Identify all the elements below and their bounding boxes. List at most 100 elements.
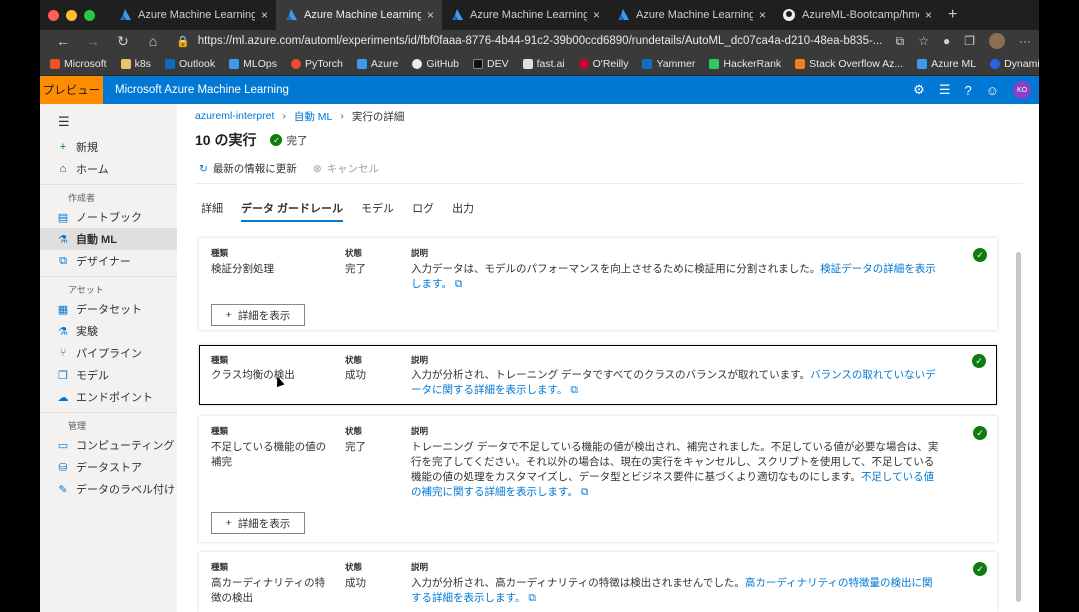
maximize-window-button[interactable] (84, 9, 95, 21)
sidebar-item-pipelines[interactable]: ⑂ パイプライン (40, 342, 177, 364)
card-type: 高カーディナリティの特徴の検出 (211, 577, 326, 604)
card-description: 入力が分析され、トレーニング データですべてのクラスのバランスが取れています。バ… (411, 369, 936, 396)
tab-data-guardrails[interactable]: データ ガードレール (241, 196, 344, 222)
designer-icon: ⧉ (59, 254, 67, 267)
close-icon[interactable]: × (925, 8, 932, 22)
close-icon[interactable]: × (427, 8, 434, 22)
bookmark-stackoverflow[interactable]: Stack Overflow Az... (795, 58, 903, 70)
header-desc: 説明 (411, 248, 429, 258)
card-state: 完了 (345, 441, 366, 453)
vertical-scrollbar[interactable] (1016, 252, 1021, 602)
guardrail-card-class-balance[interactable]: 種類 状態 説明 クラス均衡の検出 成功 入力が分析され、トレーニング データで… (199, 345, 997, 405)
bookmark-github[interactable]: GitHub (412, 58, 459, 70)
bookmark-fastai[interactable]: fast.ai (522, 58, 565, 70)
profile-avatar[interactable] (989, 33, 1005, 49)
home-icon[interactable]: ⌂ (138, 33, 168, 49)
help-icon[interactable]: ? (964, 83, 971, 98)
sidebar-item-home[interactable]: ⌂ ホーム (40, 158, 177, 180)
browser-tab-3[interactable]: Azure Machine Learning studio × (442, 0, 608, 30)
new-tab-icon[interactable]: + (940, 6, 965, 24)
plus-icon: + (59, 141, 67, 153)
smiley-icon[interactable]: ☺ (986, 83, 999, 98)
sidebar-item-automl[interactable]: ⚗ 自動 ML (40, 228, 177, 250)
external-link-icon[interactable]: ⧉ (570, 384, 578, 396)
browser-window: Azure Machine Learning studio × Azure Ma… (40, 0, 1039, 612)
minimize-window-button[interactable] (66, 9, 77, 21)
guardrail-card-validation-split: 種類 状態 説明 検証分割処理 完了 入力データは、モデルのパフォーマンスを向上… (199, 238, 997, 330)
sidebar-item-datastores[interactable]: ⛁ データストア (40, 456, 177, 478)
show-details-button[interactable]: + 詳細を表示 (211, 304, 305, 326)
user-avatar[interactable]: KO (1013, 81, 1031, 99)
breadcrumb-workspace[interactable]: azureml-interpret (195, 110, 274, 122)
back-arrow-icon[interactable]: ← (48, 33, 78, 49)
tab-models[interactable]: モデル (361, 196, 394, 222)
external-link-icon[interactable]: ⧉ (581, 486, 589, 498)
refresh-button[interactable]: ↻ 最新の情報に更新 (199, 161, 297, 176)
close-window-button[interactable] (48, 9, 59, 21)
address-bar: ← → ↻ ⌂ 🔒 https://ml.azure.com/automl/ex… (40, 30, 1039, 52)
sidebar-item-new[interactable]: + 新規 (40, 136, 177, 158)
preview-badge[interactable]: プレビュー (40, 76, 103, 104)
card-state: 成功 (345, 369, 366, 381)
sidebar-item-experiments[interactable]: ⚗ 実験 (40, 320, 177, 342)
close-icon[interactable]: × (261, 8, 268, 22)
external-link-icon[interactable]: ⧉ (455, 278, 463, 290)
dynamics-icon (990, 58, 1001, 69)
close-icon[interactable]: × (759, 8, 766, 22)
sidebar-item-labeling[interactable]: ✎ データのラベル付け (40, 478, 177, 500)
left-nav: ☰ + 新規 ⌂ ホーム 作成者 ▤ ノートブック ⚗ 自動 ML ⧉ デザイナ… (40, 104, 177, 612)
browser-tab-1[interactable]: Azure Machine Learning studio × (110, 0, 276, 30)
bookmark-azure[interactable]: Azure (356, 58, 398, 70)
sidebar-item-models[interactable]: ❐ モデル (40, 364, 177, 386)
close-icon[interactable]: × (593, 8, 600, 22)
github-extension-icon[interactable]: ● (943, 34, 950, 48)
browser-tab-2[interactable]: Azure Machine Learning studio × (276, 0, 442, 30)
url-field[interactable]: 🔒 https://ml.azure.com/automl/experiment… (176, 35, 886, 48)
cancel-button[interactable]: ⊗ キャンセル (313, 161, 379, 176)
sidebar-item-notebooks[interactable]: ▤ ノートブック (40, 206, 177, 228)
sidebar-item-datasets[interactable]: ▦ データセット (40, 298, 177, 320)
feedback-icon[interactable]: ☰ (939, 82, 951, 98)
refresh-icon[interactable]: ↻ (108, 33, 138, 50)
bookmark-yammer[interactable]: Yammer (642, 58, 695, 70)
bookmark-azureml[interactable]: Azure ML (917, 58, 976, 70)
breadcrumb: azureml-interpret › 自動 ML › 実行の詳細 (195, 104, 1039, 126)
breadcrumb-automl[interactable]: 自動 ML (294, 109, 333, 124)
tab-logs[interactable]: ログ (412, 196, 434, 222)
bookmark-pytorch[interactable]: PyTorch (290, 58, 343, 70)
show-details-button[interactable]: + 詳細を表示 (211, 512, 305, 534)
more-icon[interactable]: ··· (1019, 34, 1031, 48)
bookmark-outlook[interactable]: Outlook (164, 58, 215, 70)
star-icon[interactable]: ☆ (918, 34, 929, 48)
bookmark-mlops[interactable]: MLOps (229, 58, 277, 70)
browser-tab-5[interactable]: AzureML-Bootcamp/hmeq-cla × (774, 0, 940, 30)
bookmark-dynamics[interactable]: Dynamics 365 Cu... (990, 58, 1039, 70)
forward-arrow-icon[interactable]: → (78, 33, 108, 49)
header-desc: 説明 (411, 562, 429, 572)
sidebar-item-endpoints[interactable]: ☁ エンドポイント (40, 386, 177, 408)
brand-title[interactable]: Microsoft Azure Machine Learning (115, 84, 913, 96)
chevron-right-icon: › (340, 110, 344, 122)
bookmark-k8s[interactable]: k8s (120, 58, 151, 70)
collections-icon[interactable]: ❐ (964, 34, 975, 48)
gear-icon[interactable]: ⚙ (913, 82, 925, 98)
open-external-icon[interactable]: ⧉ (896, 34, 905, 49)
check-circle-icon: ✓ (270, 134, 283, 146)
bookmark-microsoft[interactable]: Microsoft (50, 58, 107, 70)
sidebar-item-compute[interactable]: ▭ コンピューティング (40, 434, 177, 456)
hackerrank-icon (709, 58, 720, 69)
bookmark-oreilly[interactable]: O'Reilly (578, 58, 628, 70)
sidebar-item-designer[interactable]: ⧉ デザイナー (40, 250, 177, 272)
browser-tab-4[interactable]: Azure Machine Learning studio × (608, 0, 774, 30)
header-state: 状態 (345, 426, 363, 436)
hamburger-icon[interactable]: ☰ (40, 108, 177, 136)
notebook-icon: ▤ (57, 211, 69, 224)
folder-icon (120, 58, 131, 69)
tab-details[interactable]: 詳細 (201, 196, 223, 222)
status-badge: ✓ 完了 (270, 133, 307, 148)
sidebar-section-author: 作成者 (40, 184, 177, 206)
tab-outputs[interactable]: 出力 (452, 196, 474, 222)
external-link-icon[interactable]: ⧉ (528, 592, 536, 604)
bookmark-hackerrank[interactable]: HackerRank (709, 58, 781, 70)
bookmark-dev[interactable]: DEV (473, 58, 509, 70)
